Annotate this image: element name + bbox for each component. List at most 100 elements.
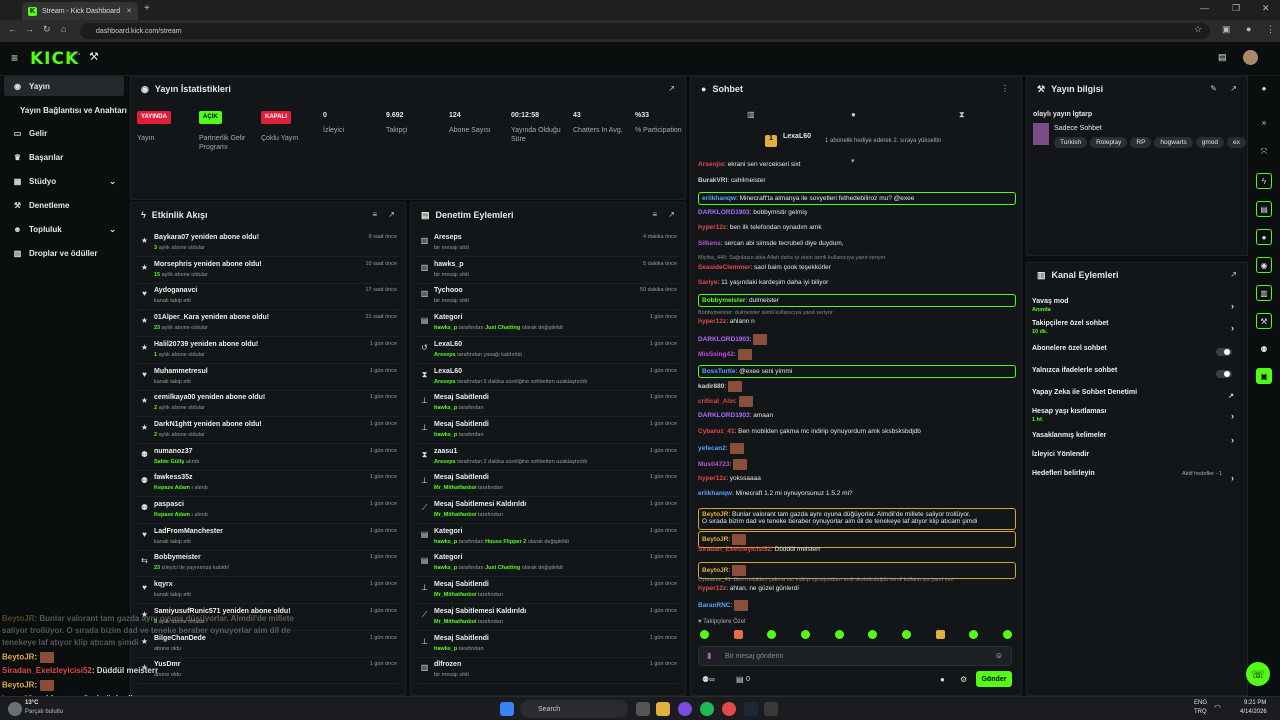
chat-username[interactable]: hyper12z bbox=[698, 224, 726, 231]
back-icon[interactable]: ← bbox=[8, 24, 17, 34]
sidebar-item-studyo[interactable]: ▦ Stüdyo ⌄ bbox=[4, 171, 124, 191]
chrome-icon[interactable] bbox=[722, 702, 736, 716]
chat-username[interactable]: BossTurtle bbox=[702, 368, 735, 375]
chat-username[interactable]: Bobbymeister bbox=[702, 297, 745, 304]
browser-tab[interactable]: K Stream - Kick Dashboard ✕ bbox=[22, 2, 138, 20]
mod-list-icon[interactable]: ▤ bbox=[1256, 201, 1272, 217]
channel-action-row[interactable]: Takipçilere özel sohbet 10 dk. › bbox=[1032, 320, 1240, 340]
chat-bubble-icon[interactable]: ● bbox=[851, 110, 856, 119]
chat-input[interactable]: ▮ Bir mesaj gönderin ☺ bbox=[698, 646, 1012, 666]
chevron-right-icon[interactable]: › bbox=[1231, 435, 1234, 445]
close-tab-icon[interactable]: ✕ bbox=[126, 7, 132, 15]
expand-icon[interactable]: ⤧ bbox=[1256, 144, 1272, 160]
help-chat-button[interactable]: ☏ bbox=[1246, 662, 1270, 686]
popout-icon[interactable]: ↗ bbox=[1230, 270, 1237, 279]
hamburger-menu-icon[interactable]: ≡ bbox=[11, 51, 18, 65]
avatar[interactable] bbox=[1243, 50, 1258, 65]
info-icon[interactable]: ● bbox=[1256, 80, 1272, 96]
chat-username[interactable]: hyper12z bbox=[698, 475, 726, 482]
sidebar-item-basarilar[interactable]: ♛ Başarılar bbox=[4, 147, 124, 167]
chat-username[interactable]: Siradan_Exelzleyicisi52 bbox=[698, 546, 771, 553]
sidebar-item-topluluk[interactable]: ☻ Topluluk ⌄ bbox=[4, 219, 124, 239]
emote-icon[interactable] bbox=[969, 630, 979, 639]
chevron-right-icon[interactable]: › bbox=[1231, 323, 1234, 333]
emote-icon[interactable] bbox=[935, 630, 945, 639]
emote-icon[interactable] bbox=[1002, 630, 1012, 639]
emoji-icon[interactable]: ☺ bbox=[995, 651, 1003, 660]
profile-icon[interactable]: ● bbox=[1246, 24, 1251, 34]
chat-username[interactable]: hyper12z bbox=[698, 585, 726, 592]
trash-icon[interactable]: ▥ bbox=[747, 110, 755, 119]
toggle-switch[interactable] bbox=[1216, 370, 1232, 378]
chat-username[interactable]: hyper12z bbox=[698, 318, 726, 325]
url-field[interactable]: dashboard.kick.com/stream bbox=[80, 23, 1210, 39]
taskbar-search[interactable]: Search bbox=[520, 700, 628, 718]
channel-action-row[interactable]: Hesap yaşı kısıtlaması 1 hf. › bbox=[1032, 408, 1240, 428]
reload-icon[interactable]: ↻ bbox=[43, 24, 51, 35]
tag[interactable]: hogwarts bbox=[1154, 137, 1193, 148]
stats-icon[interactable]: ▥ bbox=[1256, 285, 1272, 301]
extensions-icon[interactable]: ▣ bbox=[1222, 24, 1231, 35]
sidebar-item-yayin[interactable]: ◉ Yayın bbox=[4, 76, 124, 96]
app-icon[interactable] bbox=[764, 702, 778, 716]
kick-app-icon[interactable]: ▣ bbox=[1256, 368, 1272, 384]
task-view-icon[interactable] bbox=[636, 702, 650, 716]
stream-icon[interactable]: ◉ bbox=[1256, 257, 1272, 273]
discord-icon[interactable] bbox=[678, 702, 692, 716]
chat-username[interactable]: BeytoJR bbox=[702, 536, 728, 543]
filter-icon[interactable]: ≡ bbox=[372, 210, 377, 219]
emote-icon[interactable] bbox=[800, 630, 810, 639]
tag[interactable]: Roleplay bbox=[1090, 137, 1128, 148]
send-button[interactable]: Gönder bbox=[976, 671, 1012, 687]
bookmark-icon[interactable]: ☆ bbox=[1194, 24, 1202, 35]
lang-secondary[interactable]: TRQ bbox=[1194, 709, 1207, 715]
chat-username[interactable]: Musti4723 bbox=[698, 461, 729, 468]
filter-icon[interactable]: ≡ bbox=[652, 210, 657, 219]
chevron-right-icon[interactable]: › bbox=[1231, 301, 1234, 311]
chat-bubble-icon[interactable]: ● bbox=[940, 675, 945, 684]
chat-username[interactable]: DARKLORD1903 bbox=[698, 209, 750, 216]
steam-icon[interactable] bbox=[744, 702, 758, 716]
viewers-icon[interactable]: ⚉∞ bbox=[702, 675, 715, 684]
emote-icon[interactable] bbox=[733, 630, 743, 639]
chat-username[interactable]: DARKLORD1903 bbox=[698, 336, 750, 343]
lang-primary[interactable]: ENG bbox=[1194, 700, 1207, 706]
channel-action-row[interactable]: Yapay Zeka ile Sohbet Denetimi ↗ bbox=[1032, 389, 1240, 409]
channel-action-row[interactable]: Yavaş mod Anında › bbox=[1032, 298, 1240, 318]
emote-icon[interactable] bbox=[700, 630, 709, 639]
community-icon[interactable]: ⚉ bbox=[1256, 341, 1272, 357]
chat-username[interactable]: Cybaruz_41 bbox=[698, 428, 735, 435]
bolt-icon[interactable]: ϟ bbox=[1256, 173, 1272, 189]
chat-username[interactable]: Silkens bbox=[698, 240, 721, 247]
toggle-switch[interactable] bbox=[1216, 348, 1232, 356]
chat-username[interactable]: Arsenjio bbox=[698, 161, 724, 168]
gear-icon[interactable]: ⚙ bbox=[960, 675, 967, 684]
chat-username[interactable]: BeytoJR bbox=[702, 511, 728, 518]
channel-action-row[interactable]: Hedefleri belirleyin › Aktif hedefler - 1 bbox=[1032, 470, 1240, 490]
collapse-icon[interactable]: » bbox=[1256, 114, 1272, 130]
chat-menu-icon[interactable]: ⋮ bbox=[1001, 84, 1009, 93]
hourglass-icon[interactable]: ⧗ bbox=[959, 110, 965, 120]
sidebar-item-stream-key[interactable]: Yayın Bağlantısı ve Anahtarı bbox=[11, 100, 131, 120]
chat-username[interactable]: BaranRNC bbox=[698, 602, 731, 609]
popout-icon[interactable]: ↗ bbox=[668, 84, 675, 93]
chat-username[interactable]: critical_Alin bbox=[698, 398, 735, 405]
chat-username[interactable]: DARKLORD1903 bbox=[698, 412, 750, 419]
maximize-icon[interactable]: ❐ bbox=[1232, 3, 1240, 14]
chat-icon[interactable]: ● bbox=[1256, 229, 1272, 245]
channel-action-row[interactable]: Yalnızca ifadelerle sohbet bbox=[1032, 367, 1240, 387]
forward-icon[interactable]: → bbox=[25, 24, 34, 34]
start-icon[interactable] bbox=[500, 702, 514, 716]
tag[interactable]: Turkish bbox=[1054, 137, 1088, 148]
chat-username[interactable]: BurakVRl bbox=[698, 177, 727, 184]
tag[interactable]: ex bbox=[1227, 137, 1246, 148]
emote-icon[interactable] bbox=[901, 630, 911, 639]
chat-username[interactable]: yefecan2 bbox=[698, 445, 726, 452]
chevron-right-icon[interactable]: › bbox=[1231, 411, 1234, 421]
tag[interactable]: gmod bbox=[1195, 137, 1225, 148]
popout-icon[interactable]: ↗ bbox=[668, 210, 675, 219]
wrench-icon[interactable]: ⚒ bbox=[1256, 313, 1272, 329]
minimize-icon[interactable]: — bbox=[1200, 3, 1209, 13]
sidebar-item-gelir[interactable]: ▭ Gelir bbox=[4, 123, 124, 143]
emote-icon[interactable] bbox=[868, 630, 878, 639]
